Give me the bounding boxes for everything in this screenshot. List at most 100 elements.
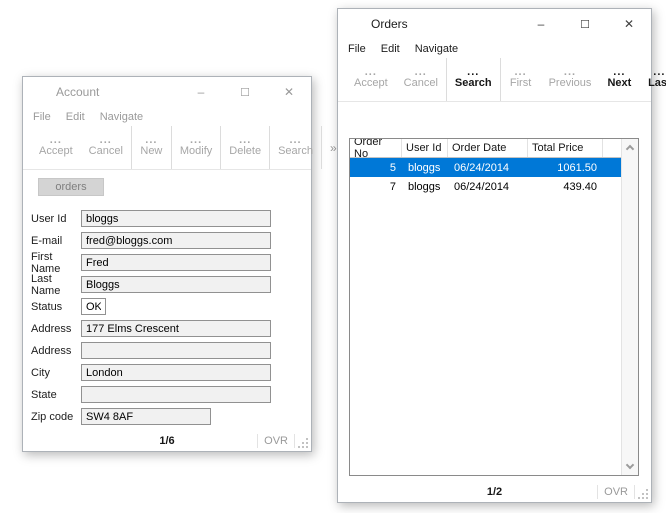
toolbar-button-label: New — [140, 145, 163, 157]
form-row: First Name — [31, 251, 311, 275]
maximize-button[interactable]: ☐ — [223, 77, 267, 107]
app-monitor-icon — [349, 18, 363, 31]
minimize-button[interactable]: – — [519, 9, 563, 39]
table-header-row: Order No User Id Order Date Total Price — [350, 139, 621, 160]
field-input[interactable] — [81, 364, 271, 381]
toolbar-button[interactable]: ... Cancel — [81, 126, 132, 169]
cell-total-price: 1061.50 — [557, 161, 597, 174]
field-input[interactable] — [81, 232, 271, 249]
toolbar-button[interactable]: ... Search — [447, 58, 501, 101]
toolbar-button-label: Search — [454, 77, 492, 89]
field-label: Zip code — [31, 410, 74, 423]
scroll-up-icon[interactable] — [625, 144, 635, 154]
toolbar-button[interactable]: ... Cancel — [396, 58, 447, 101]
field-input[interactable] — [81, 408, 211, 425]
toolbar-button[interactable]: ... New — [132, 126, 172, 169]
menu-item[interactable]: Navigate — [100, 111, 143, 123]
toolbar-button-label: Next — [607, 77, 632, 89]
maximize-button[interactable]: ☐ — [563, 9, 607, 39]
toolbar-button-label: Previous — [548, 77, 592, 89]
form-row: Last Name — [31, 273, 311, 297]
ellipsis-icon: ... — [414, 66, 427, 78]
toolbar-button[interactable]: ... Next — [599, 58, 639, 101]
ellipsis-icon: ... — [145, 134, 158, 146]
app-monitor-icon — [34, 86, 48, 99]
ellipsis-icon: ... — [239, 134, 252, 146]
form-row: Address — [31, 320, 311, 337]
toolbar-button-label: Accept — [354, 77, 388, 89]
cell-user-id: bloggs — [408, 180, 441, 193]
account-form: User Id E-mail First Name Last Name Stat… — [31, 210, 311, 430]
field-label: Address — [31, 322, 72, 335]
cell-order-no: 5 — [389, 161, 396, 174]
column-header-user-id[interactable]: User Id — [402, 139, 448, 157]
orders-statusbar: 1/2 OVR — [338, 482, 651, 502]
toolbar-button-label: Delete — [229, 145, 262, 157]
menu-item[interactable]: Edit — [66, 111, 85, 123]
table-body: 5 bloggs 06/24/2014 1061.50 7 bloggs 06/… — [350, 158, 621, 196]
field-label: Status — [31, 300, 63, 313]
column-header-order-date[interactable]: Order Date — [448, 139, 528, 157]
ellipsis-icon: ... — [563, 66, 577, 78]
toolbar-button[interactable]: ... First — [501, 58, 541, 101]
overwrite-mode-badge: OVR — [257, 434, 295, 448]
column-header-total-price[interactable]: Total Price — [528, 139, 603, 157]
menu-item[interactable]: Edit — [381, 43, 400, 55]
window-controls: – ☐ ✕ — [179, 77, 311, 107]
form-row: State — [31, 386, 311, 403]
field-input[interactable] — [81, 254, 271, 271]
toolbar-button[interactable]: ... Search — [270, 126, 322, 169]
toolbar-button[interactable]: ... Last — [639, 58, 666, 101]
orders-titlebar[interactable]: Orders – ☐ ✕ — [338, 9, 651, 39]
field-input[interactable] — [81, 342, 271, 359]
vertical-scrollbar[interactable] — [621, 139, 638, 475]
column-header-order-no[interactable]: Order No — [350, 139, 402, 160]
ellipsis-icon: ... — [653, 66, 666, 78]
account-window: Account – ☐ ✕ File Edit Navigate ... Acc… — [22, 76, 337, 452]
toolbar-button[interactable]: ... Previous — [541, 58, 600, 101]
toolbar-button-label: Search — [278, 145, 313, 157]
menu-item[interactable]: File — [348, 43, 366, 55]
close-button[interactable]: ✕ — [267, 77, 311, 107]
form-row: Status — [31, 298, 311, 315]
field-label: Address — [31, 344, 72, 357]
ellipsis-icon: ... — [289, 134, 302, 146]
desktop: { "colors": { "selection_blue": "#0078d7… — [0, 0, 666, 513]
menu-item[interactable]: File — [33, 111, 51, 123]
ellipsis-icon: ... — [190, 134, 203, 146]
toolbar-button[interactable]: ... Modify — [172, 126, 222, 169]
table-row[interactable]: 5 bloggs 06/24/2014 1061.50 — [350, 158, 621, 177]
toolbar-button[interactable]: ... Delete — [221, 126, 271, 169]
overwrite-mode-badge: OVR — [597, 485, 635, 499]
field-input[interactable] — [81, 210, 271, 227]
menu-item[interactable]: Navigate — [415, 43, 458, 55]
cell-order-date: 06/24/2014 — [454, 161, 510, 174]
toolbar-button-label: First — [509, 77, 532, 89]
field-input[interactable] — [81, 320, 271, 337]
window-title: Orders — [371, 17, 408, 31]
toolbar-button-label: Modify — [179, 145, 213, 157]
close-button[interactable]: ✕ — [607, 9, 651, 39]
minimize-button[interactable]: – — [179, 77, 223, 107]
scroll-down-icon[interactable] — [625, 460, 635, 470]
account-toolbar: ... Accept ... Cancel ... New ... Modify — [23, 126, 337, 170]
field-input[interactable] — [81, 276, 271, 293]
toolbar-button[interactable]: ... Accept — [31, 126, 81, 169]
account-titlebar[interactable]: Account – ☐ ✕ — [23, 77, 311, 107]
toolbar-button[interactable]: ... Accept — [346, 58, 396, 101]
field-input[interactable] — [81, 386, 271, 403]
ellipsis-icon: ... — [613, 66, 626, 78]
form-row: User Id — [31, 210, 311, 227]
resize-grip[interactable] — [638, 489, 648, 499]
form-row: Address — [31, 342, 311, 359]
resize-grip[interactable] — [298, 438, 308, 448]
form-row: Zip code — [31, 408, 311, 425]
orders-window: Orders – ☐ ✕ File Edit Navigate ... Acce… — [337, 8, 666, 503]
field-label: City — [31, 366, 50, 379]
orders-menubar: File Edit Navigate — [338, 39, 651, 58]
table-row[interactable]: 7 bloggs 06/24/2014 439.40 — [350, 177, 621, 196]
form-row: City — [31, 364, 311, 381]
field-input[interactable] — [81, 298, 106, 315]
ellipsis-icon: ... — [467, 66, 480, 78]
orders-button[interactable]: orders — [38, 178, 104, 196]
